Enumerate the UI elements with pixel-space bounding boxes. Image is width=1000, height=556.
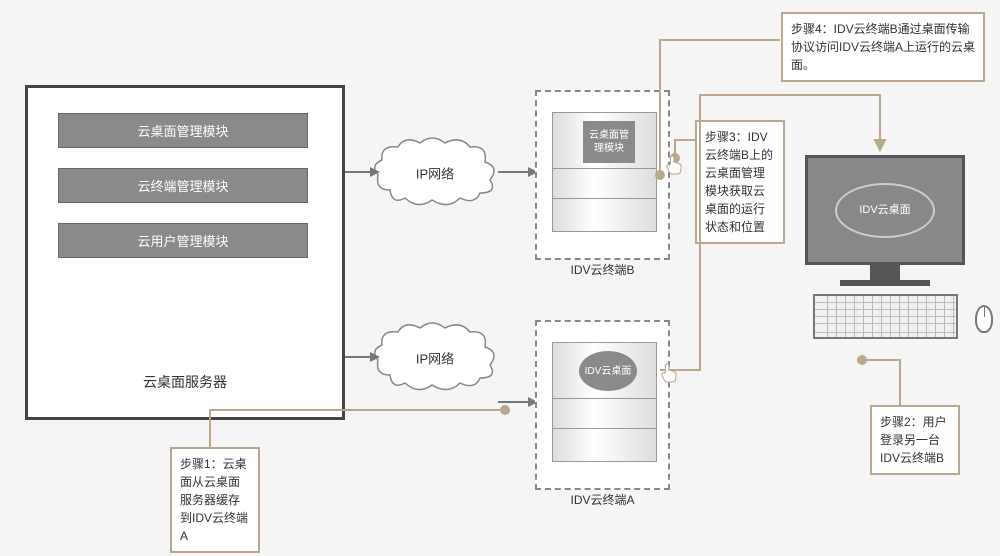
cloud-label-top: IP网络 — [416, 163, 454, 182]
arrow-server-to-cloud2 — [345, 350, 380, 364]
note-step-1: 步骤1：云桌面从云桌面服务器缓存到IDV云终端A — [170, 447, 260, 553]
cloud-label-bottom: IP网络 — [416, 348, 454, 367]
terminal-b-label: IDV云终端B — [537, 261, 668, 278]
module-user-mgmt: 云用户管理模块 — [58, 223, 308, 258]
arrow-cloud1-to-termB — [498, 165, 538, 179]
arrow-server-to-cloud1 — [345, 165, 380, 179]
terminal-b-badge: 云桌面管理模块 — [583, 121, 635, 163]
terminal-a-badge: IDV云桌面 — [579, 351, 637, 391]
connector-note1 — [200, 395, 520, 455]
ip-network-cloud-top: IP网络 — [370, 135, 500, 210]
connector-termA-to-pc — [660, 90, 990, 390]
terminal-b-unit: 云桌面管理模块 — [552, 112, 657, 232]
module-desktop-mgmt: 云桌面管理模块 — [58, 113, 308, 148]
module-terminal-mgmt: 云终端管理模块 — [58, 168, 308, 203]
hand-pointer-icon — [660, 363, 678, 383]
note-step-4: 步骤4：IDV云终端B通过桌面传输协议访问IDV云终端A上运行的云桌面。 — [781, 12, 985, 82]
terminal-a-unit: IDV云桌面 — [552, 342, 657, 462]
ip-network-cloud-bottom: IP网络 — [370, 320, 500, 395]
connector-note2 — [855, 340, 915, 410]
cloud-desktop-server: 云桌面管理模块 云终端管理模块 云用户管理模块 云桌面服务器 — [25, 85, 345, 420]
idv-terminal-a: IDV云桌面 IDV云终端A — [535, 320, 670, 490]
hand-pointer-icon — [665, 155, 683, 175]
server-label: 云桌面服务器 — [28, 372, 342, 392]
note-step-2: 步骤2：用户登录另一台IDV云终端B — [870, 405, 960, 475]
terminal-a-label: IDV云终端A — [537, 491, 668, 508]
